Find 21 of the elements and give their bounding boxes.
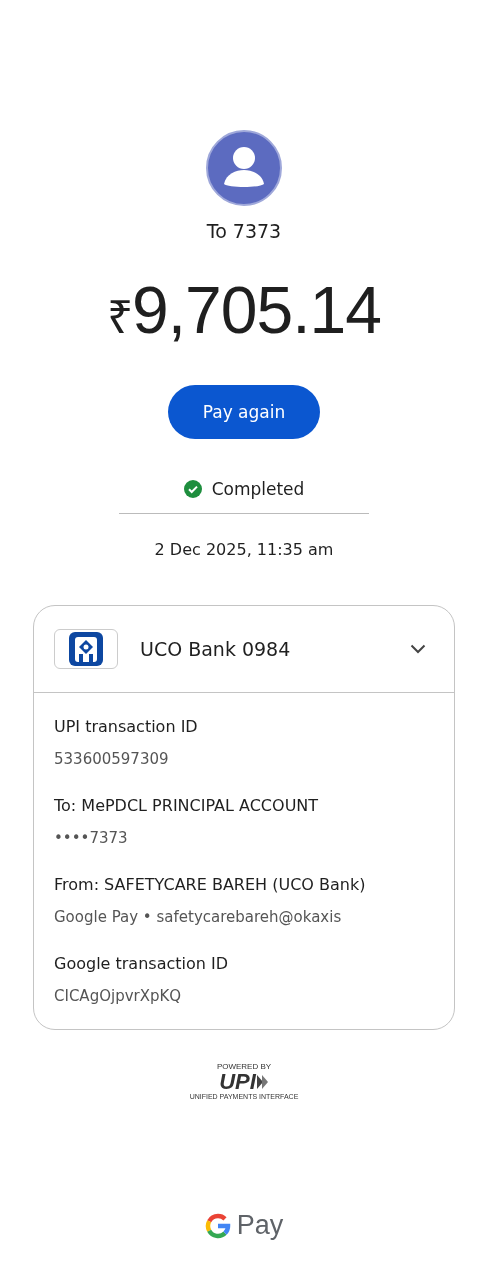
detail-label: To: MePDCL PRINCIPAL ACCOUNT (54, 796, 320, 815)
chevron-down-icon[interactable] (410, 644, 426, 654)
detail-label: From: SAFETYCARE BAREH (UCO Bank) (54, 875, 367, 894)
status-label: Completed (211, 479, 305, 499)
brand-name: Pay (236, 1210, 284, 1241)
check-circle-icon (183, 480, 202, 498)
bank-account-name: UCO Bank 0984 (140, 638, 292, 660)
bank-account-header[interactable]: UCO Bank 0984 (34, 606, 454, 693)
detail-label: Google transaction ID (54, 954, 229, 973)
payment-amount: ₹9,705.14 (107, 272, 381, 349)
transaction-date: 2 Dec 2025, 11:35 am (154, 540, 334, 559)
pay-again-button[interactable]: Pay again (168, 385, 320, 439)
detail-value: ••••7373 (54, 829, 129, 847)
bank-logo-icon (54, 629, 118, 669)
avatar-icon (206, 130, 282, 206)
detail-label: UPI transaction ID (54, 717, 199, 736)
detail-value: Google Pay • safetycarebareh@okaxis (54, 908, 343, 926)
detail-value: 533600597309 (54, 750, 170, 768)
detail-value: CICAgOjpvrXpKQ (54, 987, 183, 1005)
google-g-icon (204, 1212, 231, 1239)
recipient-label: To 7373 (206, 220, 282, 242)
